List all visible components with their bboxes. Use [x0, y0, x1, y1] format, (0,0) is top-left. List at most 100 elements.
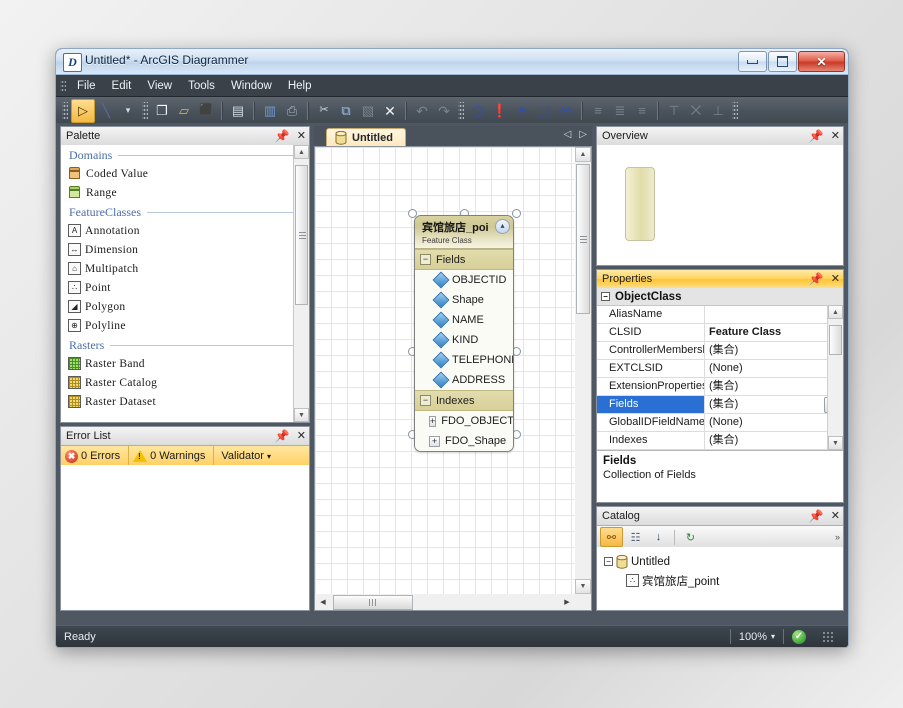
property-row[interactable]: GlobalIDFieldName(None)	[597, 414, 843, 432]
menu-tools[interactable]: Tools	[180, 78, 223, 94]
connector-tool[interactable]: ╲	[95, 100, 117, 122]
scroll-up-arrow-icon[interactable]: ▲	[828, 305, 843, 319]
pin-icon[interactable]: 📌	[275, 131, 290, 142]
palette-item-annotation[interactable]: A Annotation	[61, 221, 309, 240]
toolbar-grip-icon-2[interactable]	[142, 102, 148, 120]
property-pages-button[interactable]: ☷	[625, 528, 646, 546]
property-value[interactable]: Feature Class	[705, 324, 843, 341]
align-middle-button[interactable]: ⨉	[685, 100, 707, 122]
property-row-selected[interactable]: Fields (集合) ...	[597, 396, 843, 414]
validate-button[interactable]: ❗	[489, 100, 511, 122]
scroll-down-arrow-icon[interactable]: ▼	[575, 579, 591, 594]
minimize-button[interactable]	[738, 51, 767, 72]
palette-item-coded-value[interactable]: Coded Value	[61, 164, 309, 183]
palette-item-multipatch[interactable]: ⌂ Multipatch	[61, 259, 309, 278]
property-value[interactable]: (集合) ...	[705, 396, 843, 413]
property-value[interactable]: (None)	[705, 360, 843, 377]
menu-file[interactable]: File	[69, 78, 104, 94]
canvas-horizontal-scrollbar[interactable]: ◀ ▶	[315, 594, 575, 610]
property-value[interactable]: (集合)	[705, 342, 843, 359]
save-button[interactable]: ⬛	[195, 100, 217, 122]
export-button[interactable]: ▥	[259, 100, 281, 122]
field-row[interactable]: Shape	[415, 290, 513, 310]
scroll-up-arrow-icon[interactable]: ▲	[575, 147, 591, 162]
new-document-button[interactable]: ❐	[151, 100, 173, 122]
entity-group-indexes[interactable]: − Indexes	[415, 390, 513, 411]
field-row[interactable]: TELEPHONE	[415, 350, 513, 370]
collapse-toggle-icon[interactable]: −	[420, 254, 431, 265]
menu-grip-icon[interactable]	[60, 79, 66, 93]
overview-body[interactable]	[597, 145, 843, 265]
menu-view[interactable]: View	[139, 78, 180, 94]
field-row[interactable]: OBJECTID	[415, 270, 513, 290]
properties-scrollbar[interactable]: ▲ ▼	[827, 305, 843, 450]
property-value[interactable]: (None)	[705, 414, 843, 431]
property-row[interactable]: ExtensionProperties(集合)	[597, 378, 843, 396]
toolbar-overflow-2[interactable]	[732, 102, 738, 120]
property-row[interactable]: EXTCLSID(None)	[597, 360, 843, 378]
collapse-toggle-icon[interactable]: −	[601, 292, 610, 301]
refresh-button[interactable]: ↻	[680, 528, 701, 546]
palette-scrollbar[interactable]: ▲ ▼	[293, 145, 309, 422]
menu-edit[interactable]: Edit	[104, 78, 140, 94]
categorized-button[interactable]: ⚯	[600, 527, 623, 547]
scroll-right-arrow-icon[interactable]: ▶	[559, 595, 575, 610]
close-icon[interactable]: ✕	[297, 431, 306, 442]
scrollbar-thumb[interactable]	[295, 165, 308, 305]
align-bottom-button[interactable]: ⊥	[707, 100, 729, 122]
cut-button[interactable]: ✂	[313, 100, 335, 122]
align-center-button[interactable]: ≣	[609, 100, 631, 122]
field-row[interactable]: KIND	[415, 330, 513, 350]
toolbar-grip-icon[interactable]	[62, 102, 68, 120]
close-icon[interactable]: ✕	[831, 511, 840, 522]
tab-prev-button[interactable]: ◁	[564, 129, 572, 140]
property-row[interactable]: Indexes(集合)	[597, 432, 843, 450]
paste-button[interactable]: ▧	[357, 100, 379, 122]
scrollbar-thumb[interactable]	[333, 595, 413, 610]
sort-alphabetical-button[interactable]: ↓	[648, 528, 669, 546]
redo-button[interactable]: ↷	[433, 100, 455, 122]
collapse-toggle-icon[interactable]: −	[604, 557, 613, 566]
errors-filter-button[interactable]: ✖ 0 Errors	[61, 446, 129, 466]
property-row[interactable]: ControllerMembership(集合)	[597, 342, 843, 360]
palette-item-dimension[interactable]: ↔ Dimension	[61, 240, 309, 259]
zoom-control[interactable]: 100% ▾	[730, 629, 783, 644]
properties-grid[interactable]: − ObjectClass AliasName CLSIDFeature Cla…	[597, 288, 843, 450]
palette-item-polygon[interactable]: ◢ Polygon	[61, 297, 309, 316]
property-value[interactable]: (集合)	[705, 432, 843, 449]
properties-group-header[interactable]: − ObjectClass	[597, 288, 843, 306]
layout-circular-button[interactable]: ⬡	[467, 100, 489, 122]
open-file-button[interactable]: ▱	[173, 100, 195, 122]
field-row[interactable]: NAME	[415, 310, 513, 330]
field-row[interactable]: ADDRESS	[415, 370, 513, 390]
diagram-canvas[interactable]: 宾馆旅店_poi Feature Class ▴ − Fields OBJECT…	[315, 147, 575, 594]
pin-icon[interactable]: 📌	[275, 431, 290, 442]
palette-item-range[interactable]: Range	[61, 183, 309, 202]
layout-hierarchic-button[interactable]: ⚯	[555, 100, 577, 122]
menu-help[interactable]: Help	[280, 78, 320, 94]
tab-untitled[interactable]: Untitled	[326, 128, 406, 147]
validator-dropdown[interactable]: Validator ▾	[214, 446, 279, 466]
canvas-vertical-scrollbar[interactable]: ▲ ▼	[575, 147, 591, 594]
scroll-up-arrow-icon[interactable]: ▲	[294, 145, 309, 159]
copy-button[interactable]: ⧉	[335, 100, 357, 122]
scrollbar-thumb[interactable]	[829, 325, 842, 355]
pin-icon[interactable]: 📌	[809, 511, 824, 522]
toolbar-grip-icon-3[interactable]	[458, 102, 464, 120]
entity-group-fields[interactable]: − Fields	[415, 249, 513, 270]
scroll-down-arrow-icon[interactable]: ▼	[294, 408, 309, 422]
palette-item-raster-band[interactable]: Raster Band	[61, 354, 309, 373]
property-row[interactable]: CLSIDFeature Class	[597, 324, 843, 342]
expand-toggle-icon[interactable]: +	[429, 416, 436, 427]
pin-icon[interactable]: 📌	[809, 274, 824, 285]
handle-ne[interactable]	[512, 209, 521, 218]
resize-grip[interactable]	[814, 629, 842, 644]
layout-tree-button[interactable]: ⚭	[511, 100, 533, 122]
index-row[interactable]: +FDO_OBJECTID	[415, 411, 513, 431]
align-left-button[interactable]: ≡	[587, 100, 609, 122]
scrollbar-thumb[interactable]	[576, 164, 590, 314]
toolbar-overflow-1[interactable]: ▾	[117, 100, 139, 122]
pin-icon[interactable]: 📌	[809, 131, 824, 142]
tree-node-feature-class[interactable]: ∴ 宾馆旅店_point	[604, 571, 843, 590]
print-button[interactable]: ⎙	[281, 100, 303, 122]
